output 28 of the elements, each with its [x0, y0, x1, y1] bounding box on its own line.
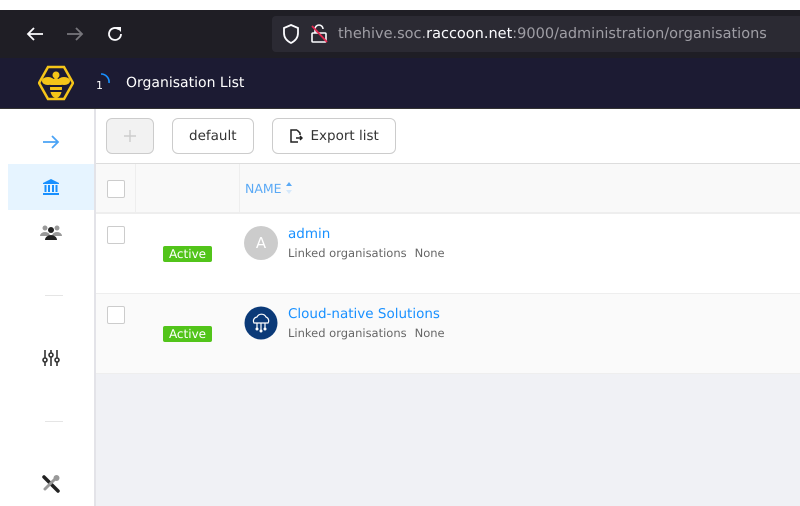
address-bar[interactable]: thehive.soc.raccoon.net:9000/administration/organisations: [272, 16, 800, 52]
notification-count: 1: [96, 79, 103, 92]
filter-button[interactable]: default: [172, 118, 254, 154]
row-checkbox[interactable]: [107, 226, 125, 244]
loading-spinner-icon: [100, 73, 110, 85]
cloud-logo-icon: [244, 306, 278, 340]
sort-icon[interactable]: [286, 181, 292, 195]
linked-label: Linked organisations: [288, 326, 407, 340]
arrow-right-icon[interactable]: [42, 134, 60, 150]
plus-icon: [124, 130, 136, 142]
linked-value: None: [414, 326, 445, 340]
row-checkbox[interactable]: [107, 306, 125, 324]
status-tag: Active: [162, 326, 212, 342]
page-title: Organisation List: [126, 75, 244, 91]
sliders-icon[interactable]: [42, 349, 60, 368]
url-text[interactable]: thehive.soc.raccoon.net:9000/administration/organisations: [338, 26, 767, 42]
status-tag: Active: [162, 246, 212, 262]
shield-icon[interactable]: [282, 24, 300, 44]
linked-value: None: [414, 246, 445, 260]
select-all-checkbox[interactable]: [106, 180, 124, 198]
insecure-lock-icon: [310, 24, 328, 44]
bee-logo-icon[interactable]: [38, 64, 74, 102]
export-button[interactable]: Export list: [272, 118, 396, 154]
bank-icon[interactable]: [42, 178, 60, 196]
tools-icon[interactable]: [41, 474, 61, 494]
export-icon: [288, 129, 303, 143]
linked-label: Linked organisations: [288, 246, 407, 260]
users-icon[interactable]: [40, 224, 62, 240]
